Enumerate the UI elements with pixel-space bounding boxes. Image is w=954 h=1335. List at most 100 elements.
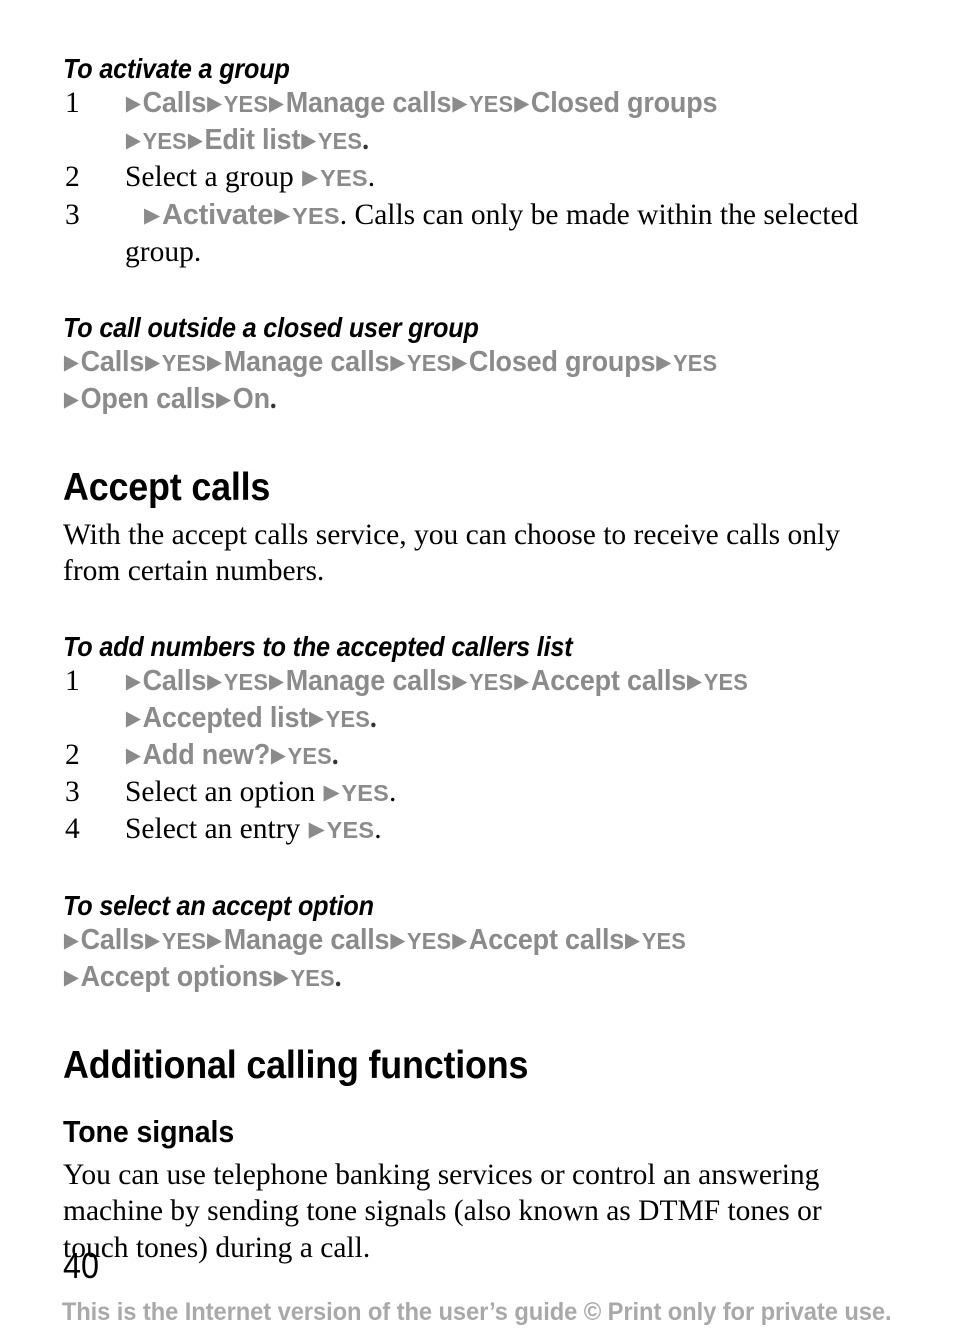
sentence-period: . xyxy=(362,124,369,156)
paragraph-tone-signals: You can use telephone banking services o… xyxy=(63,1158,822,1264)
list-item: 3 Select an option ▶YES. xyxy=(63,774,893,812)
yes-key-label: YES xyxy=(703,668,749,695)
menu-label: Accept options xyxy=(80,960,273,993)
steps-to-activate-a-group: 1 ▶Calls▶YES▶Manage calls▶YES▶Closed gro… xyxy=(63,85,893,271)
menu-label: Closed groups xyxy=(468,345,656,378)
arrow-icon: ▶ xyxy=(274,203,291,227)
menu-label: Manage calls xyxy=(223,345,390,378)
arrow-icon: ▶ xyxy=(308,818,325,841)
sentence-period: . xyxy=(331,738,339,771)
section-heading-to-select-an-accept-option: To select an accept option xyxy=(63,889,374,921)
section-heading-to-add-numbers-to-the-accepted-callers-list: To add numbers to the accepted callers l… xyxy=(63,630,573,662)
list-item-body: Select an entry ▶YES. xyxy=(125,813,382,845)
menu-path-line: ▶Calls▶YES▶Manage calls▶YES▶Accept calls… xyxy=(125,663,839,700)
arrow-icon: ▶ xyxy=(269,669,284,693)
page-number: 40 xyxy=(63,1245,100,1286)
inline-menu-path: ▶YES xyxy=(301,161,368,193)
sentence-period: . xyxy=(367,161,376,193)
yes-key-label: YES xyxy=(326,817,375,843)
menu-path-line: ▶Accept options▶YES. xyxy=(63,959,835,996)
section-heading-accept-calls: Accept calls xyxy=(63,465,271,509)
arrow-icon: ▶ xyxy=(625,928,640,952)
menu-label: Accepted list xyxy=(142,701,309,734)
yes-key-label: YES xyxy=(223,668,269,695)
menu-label: Calls xyxy=(80,923,145,956)
step-text: Select an entry xyxy=(125,813,308,845)
menu-path-line: ▶Calls▶YES▶Manage calls▶YES▶Closed group… xyxy=(63,344,835,381)
arrow-icon: ▶ xyxy=(125,669,141,693)
arrow-icon: ▶ xyxy=(302,166,319,189)
list-item-number: 1 xyxy=(65,87,80,119)
list-item-body: ▶Add new?▶YES. xyxy=(125,737,893,774)
sentence-period: . xyxy=(369,701,377,734)
yes-key-label: YES xyxy=(469,91,514,117)
arrow-icon: ▶ xyxy=(301,129,317,152)
arrow-icon: ▶ xyxy=(144,203,160,227)
list-item-number: 4 xyxy=(65,813,80,845)
list-item-body: Select a group ▶YES. xyxy=(125,161,375,193)
arrow-icon: ▶ xyxy=(63,350,79,374)
menu-path-line: ▶YES▶Edit list▶YES. xyxy=(125,122,839,159)
step-text: Select an option xyxy=(125,775,323,808)
yes-key-label: YES xyxy=(292,202,340,229)
sentence-period: . xyxy=(334,960,342,993)
menu-label: Open calls xyxy=(80,382,216,415)
list-item: 1 ▶Calls▶YES▶Manage calls▶YES▶Closed gro… xyxy=(63,85,893,159)
menu-label: Manage calls xyxy=(285,87,452,119)
menu-label: Calls xyxy=(142,87,207,119)
footer-notice: This is the Internet version of the user… xyxy=(0,1297,954,1327)
list-item: 4 Select an entry ▶YES. xyxy=(63,811,893,849)
menu-path-line: ▶Accepted list▶YES. xyxy=(125,700,839,737)
yes-key-label: YES xyxy=(223,91,269,117)
arrow-icon: ▶ xyxy=(452,92,468,115)
arrow-icon: ▶ xyxy=(452,350,468,374)
list-item-number: 1 xyxy=(65,664,80,697)
arrow-icon: ▶ xyxy=(323,780,340,804)
arrow-icon: ▶ xyxy=(270,743,286,767)
sentence-period: . xyxy=(269,382,277,415)
menu-label: Activate xyxy=(161,198,274,231)
arrow-icon: ▶ xyxy=(687,669,702,693)
menu-path-line: ▶Calls▶YES▶Manage calls▶YES▶Accept calls… xyxy=(63,922,835,959)
yes-key-label: YES xyxy=(317,128,363,154)
inline-menu-path: ▶YES xyxy=(322,776,389,808)
inline-menu-path: ▶YES xyxy=(308,813,375,845)
list-item-number: 3 xyxy=(65,775,80,808)
yes-key-label: YES xyxy=(469,668,514,695)
list-item-number: 3 xyxy=(65,198,80,231)
page-content: To activate a group 1 ▶Calls▶YES▶Manage … xyxy=(63,52,893,1266)
section-heading-additional-calling-functions: Additional calling functions xyxy=(63,1043,529,1087)
arrow-icon: ▶ xyxy=(452,928,468,952)
inline-menu-path: ▶Activate▶YES xyxy=(143,199,340,231)
yes-key-label: YES xyxy=(672,349,718,376)
menu-label: Accept calls xyxy=(468,923,625,956)
yes-key-label: YES xyxy=(142,128,187,154)
arrow-icon: ▶ xyxy=(145,350,160,374)
arrow-icon: ▶ xyxy=(125,92,141,115)
menu-path-line: ▶Open calls▶On. xyxy=(63,381,835,418)
yes-key-label: YES xyxy=(407,927,452,954)
menu-label: Calls xyxy=(142,664,207,697)
list-item-body: Select an option ▶YES. xyxy=(125,776,396,808)
manual-page: To activate a group 1 ▶Calls▶YES▶Manage … xyxy=(0,0,954,1335)
arrow-icon: ▶ xyxy=(216,387,231,411)
arrow-icon: ▶ xyxy=(207,350,222,374)
arrow-icon: ▶ xyxy=(207,669,222,693)
list-item-body: ▶Calls▶YES▶Manage calls▶YES▶Closed group… xyxy=(125,85,893,159)
arrow-icon: ▶ xyxy=(145,928,160,952)
footer-notice-text: This is the Internet version of the user… xyxy=(62,1298,892,1326)
yes-key-label: YES xyxy=(320,165,368,191)
arrow-icon: ▶ xyxy=(309,706,324,730)
list-item-number: 2 xyxy=(65,161,80,193)
arrow-icon: ▶ xyxy=(514,669,530,693)
list-item: 2 Select a group ▶YES. xyxy=(63,159,893,197)
arrow-icon: ▶ xyxy=(656,350,672,374)
menu-label: Calls xyxy=(80,345,145,378)
section-heading-tone-signals: Tone signals xyxy=(63,1113,235,1149)
sentence-period: . xyxy=(374,813,382,845)
step-text: Select a group xyxy=(125,161,302,193)
arrow-icon: ▶ xyxy=(514,92,530,115)
list-item-body: ▶Activate▶YES. Calls can only be made wi… xyxy=(125,199,858,269)
menu-label: Add new? xyxy=(142,738,271,771)
menu-label: Edit list xyxy=(204,124,301,156)
